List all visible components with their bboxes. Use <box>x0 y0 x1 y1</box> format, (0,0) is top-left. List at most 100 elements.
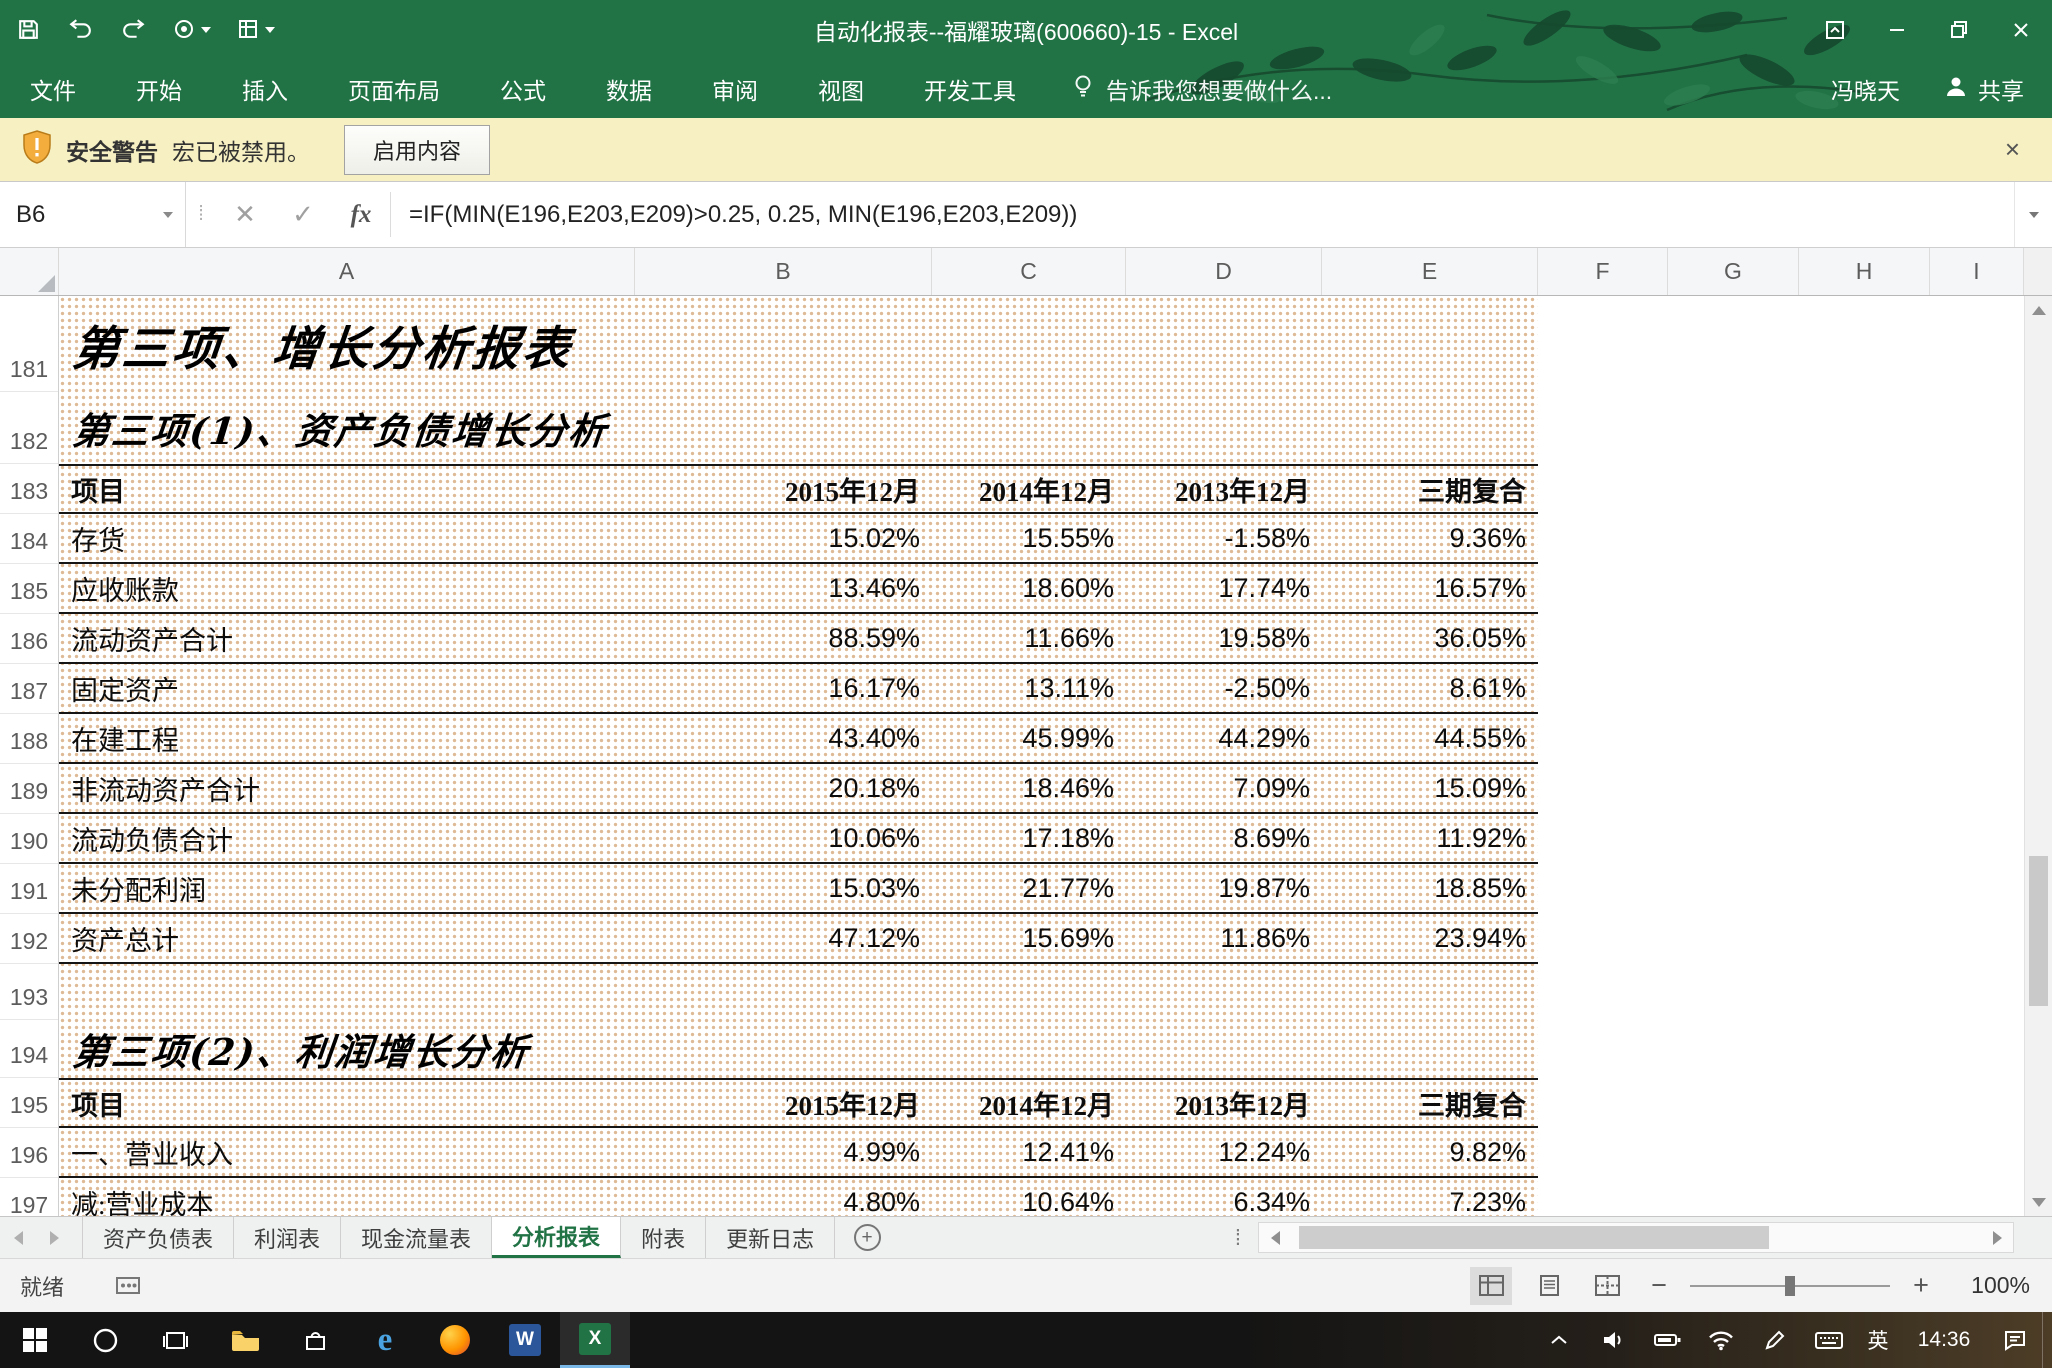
cell-A183[interactable]: 项目 <box>59 466 635 512</box>
message-bar-close-icon[interactable]: × <box>1995 134 2030 165</box>
column-header-D[interactable]: D <box>1126 248 1322 295</box>
ribbon-tab-开始[interactable]: 开始 <box>106 59 212 118</box>
cell-C196[interactable]: 12.41% <box>932 1128 1126 1176</box>
row-header-186[interactable]: 186 <box>0 614 58 664</box>
cell-C183[interactable]: 2014年12月 <box>932 466 1126 512</box>
cell-B187[interactable]: 16.17% <box>635 664 932 712</box>
row-header-187[interactable]: 187 <box>0 664 58 714</box>
cell-A197[interactable]: 减:营业成本 <box>59 1178 635 1216</box>
cell-A184[interactable]: 存货 <box>59 514 635 562</box>
vertical-scroll-thumb[interactable] <box>2029 856 2048 1006</box>
cell-A185[interactable]: 应收账款 <box>59 564 635 612</box>
minimize-button[interactable] <box>1866 0 1928 59</box>
zoom-slider-handle[interactable] <box>1785 1276 1795 1296</box>
cell-C192[interactable]: 15.69% <box>932 914 1126 962</box>
row-header-183[interactable]: 183 <box>0 464 58 514</box>
cell-B192[interactable]: 47.12% <box>635 914 932 962</box>
column-header-G[interactable]: G <box>1668 248 1799 295</box>
account-user-name[interactable]: 冯晓天 <box>1831 72 1900 106</box>
row-header-184[interactable]: 184 <box>0 514 58 564</box>
row-header-185[interactable]: 185 <box>0 564 58 614</box>
word-icon[interactable]: W <box>490 1312 560 1368</box>
speaker-icon[interactable] <box>1586 1312 1640 1368</box>
ribbon-tab-视图[interactable]: 视图 <box>788 59 894 118</box>
row-header-195[interactable]: 195 <box>0 1078 58 1128</box>
store-icon[interactable] <box>280 1312 350 1368</box>
show-desktop-button[interactable] <box>2042 1312 2052 1368</box>
cell-D191[interactable]: 19.87% <box>1126 864 1322 912</box>
column-header-F[interactable]: F <box>1538 248 1668 295</box>
cell-E190[interactable]: 11.92% <box>1322 814 1538 862</box>
cell-C187[interactable]: 13.11% <box>932 664 1126 712</box>
cell-B188[interactable]: 43.40% <box>635 714 932 762</box>
formula-bar-grip-icon[interactable]: ⁞ <box>186 182 216 247</box>
cell-A196[interactable]: 一、营业收入 <box>59 1128 635 1176</box>
pen-icon[interactable] <box>1748 1312 1802 1368</box>
formula-bar-expand-icon[interactable] <box>2014 182 2052 247</box>
cell-D186[interactable]: 19.58% <box>1126 614 1322 662</box>
cell-E183[interactable]: 三期复合 <box>1322 466 1538 512</box>
cell-E187[interactable]: 8.61% <box>1322 664 1538 712</box>
formula-input[interactable]: =IF(MIN(E196,E203,E209)>0.25, 0.25, MIN(… <box>391 182 2014 247</box>
cell-B183[interactable]: 2015年12月 <box>635 466 932 512</box>
cell-A190[interactable]: 流动负债合计 <box>59 814 635 862</box>
cell-B184[interactable]: 15.02% <box>635 514 932 562</box>
row-header-191[interactable]: 191 <box>0 864 58 914</box>
action-center-icon[interactable] <box>1988 1312 2042 1368</box>
cell-A186[interactable]: 流动资产合计 <box>59 614 635 662</box>
cell-C195[interactable]: 2014年12月 <box>932 1080 1126 1126</box>
file-explorer-icon[interactable] <box>210 1312 280 1368</box>
ribbon-tab-页面布局[interactable]: 页面布局 <box>318 59 470 118</box>
tell-me-box[interactable]: 告诉我您想要做什么... <box>1072 59 1332 118</box>
zoom-in-button[interactable]: + <box>1906 1270 1936 1301</box>
sheet-tab-更新日志[interactable]: 更新日志 <box>706 1217 835 1258</box>
column-header-E[interactable]: E <box>1322 248 1538 295</box>
cell-C184[interactable]: 15.55% <box>932 514 1126 562</box>
zoom-out-button[interactable]: − <box>1644 1270 1674 1301</box>
cell-D192[interactable]: 11.86% <box>1126 914 1322 962</box>
cell-E195[interactable]: 三期复合 <box>1322 1080 1538 1126</box>
ribbon-tab-插入[interactable]: 插入 <box>212 59 318 118</box>
cell-D190[interactable]: 8.69% <box>1126 814 1322 862</box>
restore-button[interactable] <box>1928 0 1990 59</box>
cell-B196[interactable]: 4.99% <box>635 1128 932 1176</box>
cell-D189[interactable]: 7.09% <box>1126 764 1322 812</box>
horizontal-scrollbar[interactable] <box>1258 1222 2014 1253</box>
cell-E197[interactable]: 7.23% <box>1322 1178 1538 1216</box>
row-header-192[interactable]: 192 <box>0 914 58 964</box>
cell-C197[interactable]: 10.64% <box>932 1178 1126 1216</box>
select-all-corner[interactable] <box>0 248 59 295</box>
cell-A195[interactable]: 项目 <box>59 1080 635 1126</box>
column-header-A[interactable]: A <box>59 248 635 295</box>
clock[interactable]: 14:36 <box>1900 1312 1988 1368</box>
page-break-view-icon[interactable] <box>1586 1267 1628 1305</box>
edge-icon[interactable]: e <box>350 1312 420 1368</box>
cell-B197[interactable]: 4.80% <box>635 1178 932 1216</box>
ribbon-tab-公式[interactable]: 公式 <box>470 59 576 118</box>
cell-B185[interactable]: 13.46% <box>635 564 932 612</box>
cell-C185[interactable]: 18.60% <box>932 564 1126 612</box>
row-header-194[interactable]: 194 <box>0 1020 58 1078</box>
tray-chevron-icon[interactable] <box>1532 1312 1586 1368</box>
scroll-right-icon[interactable] <box>1981 1223 2013 1252</box>
cell-E196[interactable]: 9.82% <box>1322 1128 1538 1176</box>
ribbon-tab-开发工具[interactable]: 开发工具 <box>894 59 1046 118</box>
name-box[interactable]: B6 <box>0 182 186 247</box>
cell-D195[interactable]: 2013年12月 <box>1126 1080 1322 1126</box>
tab-splitter-icon[interactable]: ⁞ <box>1219 1217 1258 1258</box>
scroll-up-icon[interactable] <box>2025 296 2052 324</box>
cell-D184[interactable]: -1.58% <box>1126 514 1322 562</box>
task-view-icon[interactable] <box>140 1312 210 1368</box>
cell-E189[interactable]: 15.09% <box>1322 764 1538 812</box>
share-button[interactable]: 共享 <box>1944 72 2024 106</box>
ribbon-display-options-button[interactable] <box>1804 0 1866 59</box>
battery-icon[interactable] <box>1640 1312 1694 1368</box>
row-header-181[interactable]: 181 <box>0 296 58 392</box>
cell-E192[interactable]: 23.94% <box>1322 914 1538 962</box>
scroll-left-icon[interactable] <box>1259 1223 1291 1252</box>
zoom-level[interactable]: 100% <box>1952 1272 2030 1299</box>
zoom-slider[interactable] <box>1690 1267 1890 1305</box>
cell-B186[interactable]: 88.59% <box>635 614 932 662</box>
cell-E186[interactable]: 36.05% <box>1322 614 1538 662</box>
cell-B191[interactable]: 15.03% <box>635 864 932 912</box>
